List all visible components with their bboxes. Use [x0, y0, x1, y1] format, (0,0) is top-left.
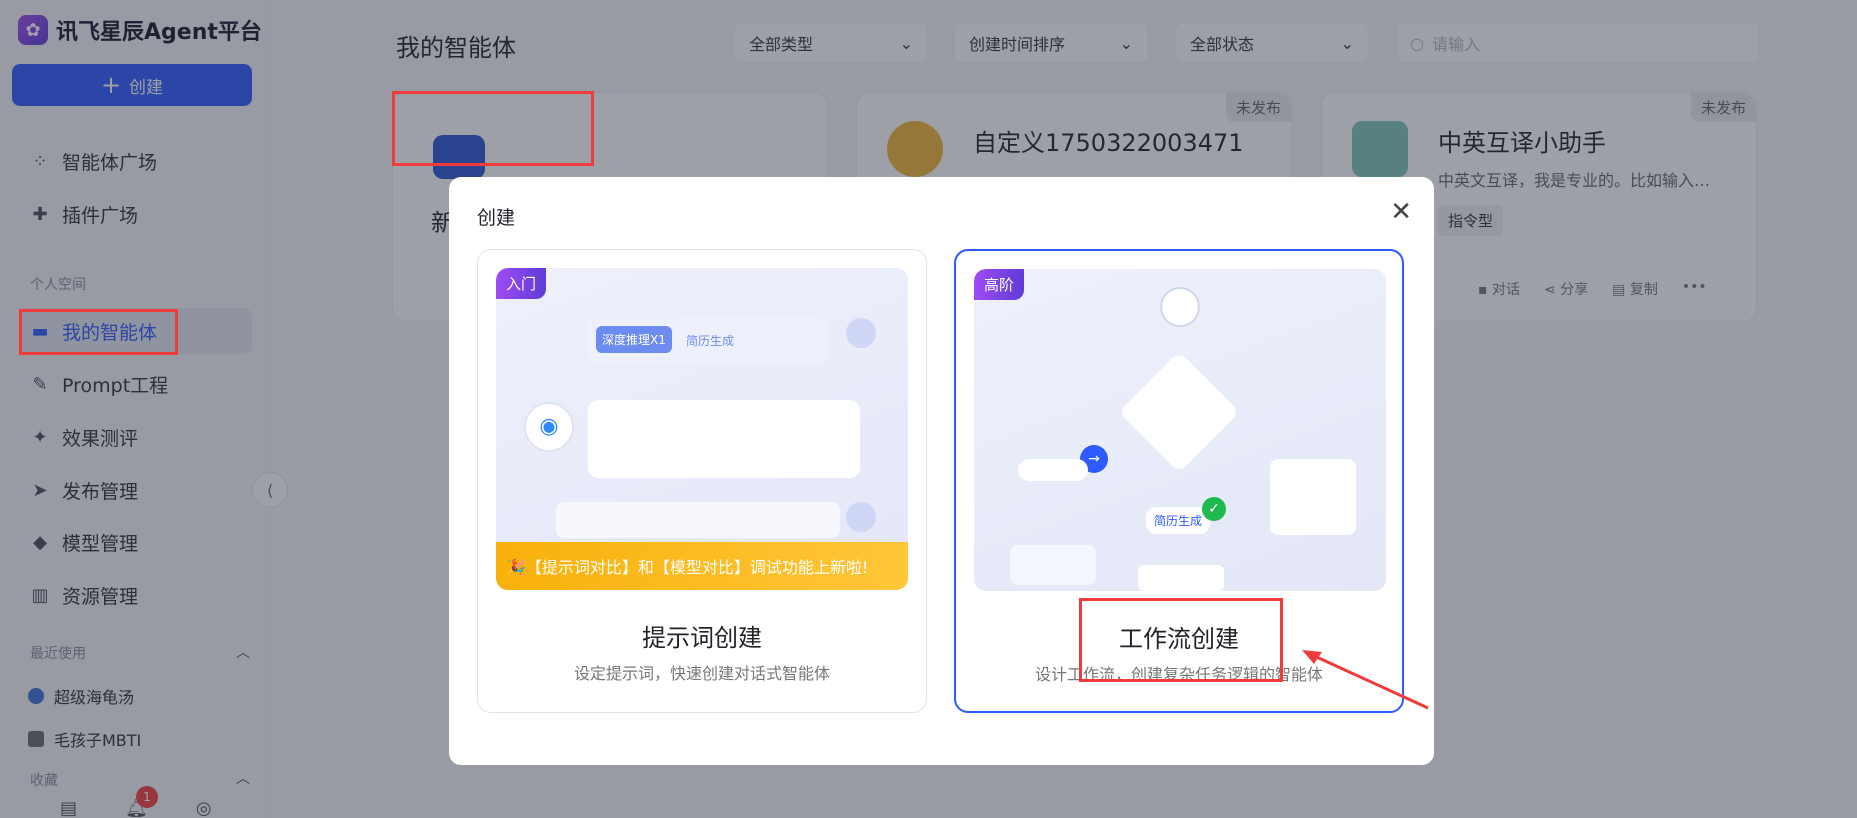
chip-label: 简历生成 [1146, 507, 1211, 534]
user-avatar-icon [846, 502, 876, 532]
output-node [1270, 459, 1356, 535]
level-badge: 入门 [496, 268, 547, 299]
start-node [1160, 287, 1200, 327]
chat-bubble [556, 502, 840, 538]
dialog-title: 创建 [477, 207, 516, 229]
chip-label: 简历生成 [686, 334, 735, 348]
workflow-illustration: 高阶 → 简历生成 ✓ [974, 269, 1386, 591]
chip-label: 深度推理X1 [596, 326, 672, 353]
close-icon[interactable]: ✕ [1390, 197, 1412, 227]
announcement-banner: 🎉【提示词对比】和【模型对比】调试功能上新啦! [496, 542, 908, 590]
option-description: 设定提示词，快速创建对话式智能体 [573, 664, 830, 683]
prompt-illustration: 入门 深度推理X1 简历生成 ◉ 🎉【提示词对比】和【模型对比】调试功能上新啦! [496, 268, 908, 590]
create-dialog: 创建 ✕ 入门 深度推理X1 简历生成 ◉ 🎉【提示词对比】和【模型对比】调试功… [449, 177, 1434, 765]
toggle-node [1018, 459, 1088, 481]
user-avatar-icon [846, 318, 876, 348]
prompt-create-option[interactable]: 入门 深度推理X1 简历生成 ◉ 🎉【提示词对比】和【模型对比】调试功能上新啦!… [477, 249, 927, 713]
workflow-node [1138, 565, 1224, 591]
reply-bubble [588, 400, 860, 478]
spark-logo-icon: ◉ [526, 404, 572, 450]
annotation-box [19, 309, 178, 355]
annotation-arrow [1302, 650, 1429, 710]
option-title: 提示词创建 [642, 624, 762, 652]
check-icon: ✓ [1202, 497, 1226, 521]
annotation-box [1079, 598, 1283, 682]
condition-node [1118, 351, 1240, 473]
level-badge: 高阶 [974, 269, 1025, 300]
annotation-box [392, 91, 594, 166]
workflow-node [1010, 545, 1096, 585]
